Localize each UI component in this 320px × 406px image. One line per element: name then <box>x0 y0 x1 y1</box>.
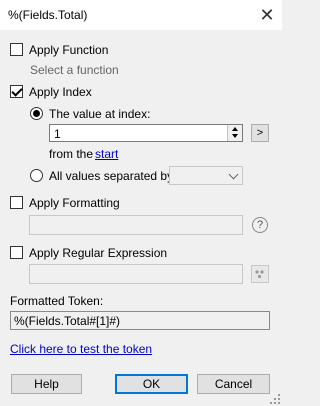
spin-down-icon[interactable] <box>232 134 238 138</box>
from-start-link[interactable]: start <box>95 147 118 161</box>
spin-up-icon[interactable] <box>232 127 238 131</box>
ok-button[interactable]: OK <box>115 374 188 394</box>
window-title: %(Fields.Total) <box>8 8 88 22</box>
resize-grip-icon[interactable] <box>270 394 280 404</box>
value-at-index-radio[interactable] <box>30 107 43 120</box>
close-icon[interactable]: ✕ <box>256 4 278 26</box>
apply-index-label[interactable]: Apply Index <box>29 85 92 99</box>
apply-regex-checkbox[interactable] <box>10 246 23 259</box>
regex-tester-button[interactable] <box>251 265 269 283</box>
value-at-index-label[interactable]: The value at index: <box>49 107 150 121</box>
help-button[interactable]: Help <box>11 374 82 394</box>
index-nav-button[interactable]: > <box>251 124 269 142</box>
regex-input[interactable] <box>29 264 243 284</box>
index-spin-buttons[interactable] <box>227 125 242 141</box>
all-values-radio[interactable] <box>30 169 43 182</box>
apply-formatting-checkbox[interactable] <box>10 196 23 209</box>
regex-icon <box>255 270 264 279</box>
apply-function-label[interactable]: Apply Function <box>29 43 108 57</box>
formatted-token-value: %(Fields.Total#[1]#) <box>14 314 121 328</box>
from-the-label: from the <box>49 147 94 161</box>
formatting-input[interactable] <box>29 215 243 235</box>
apply-index-checkbox[interactable] <box>10 85 23 98</box>
help-icon[interactable]: ? <box>252 217 268 233</box>
index-value-stepper[interactable]: 1 <box>49 124 243 142</box>
chevron-down-icon[interactable] <box>228 169 239 180</box>
apply-formatting-label[interactable]: Apply Formatting <box>29 196 120 210</box>
all-values-label[interactable]: All values separated by: <box>49 169 176 183</box>
select-function-hint: Select a function <box>30 63 119 77</box>
formatted-token-field[interactable]: %(Fields.Total#[1]#) <box>10 311 270 330</box>
apply-function-checkbox[interactable] <box>10 43 23 56</box>
test-token-link[interactable]: Click here to test the token <box>10 342 152 356</box>
separator-dropdown[interactable] <box>169 166 243 185</box>
cancel-button[interactable]: Cancel <box>197 374 270 394</box>
index-value-text: 1 <box>54 127 61 141</box>
formatted-token-label: Formatted Token: <box>10 294 104 308</box>
apply-regex-label[interactable]: Apply Regular Expression <box>29 246 167 260</box>
